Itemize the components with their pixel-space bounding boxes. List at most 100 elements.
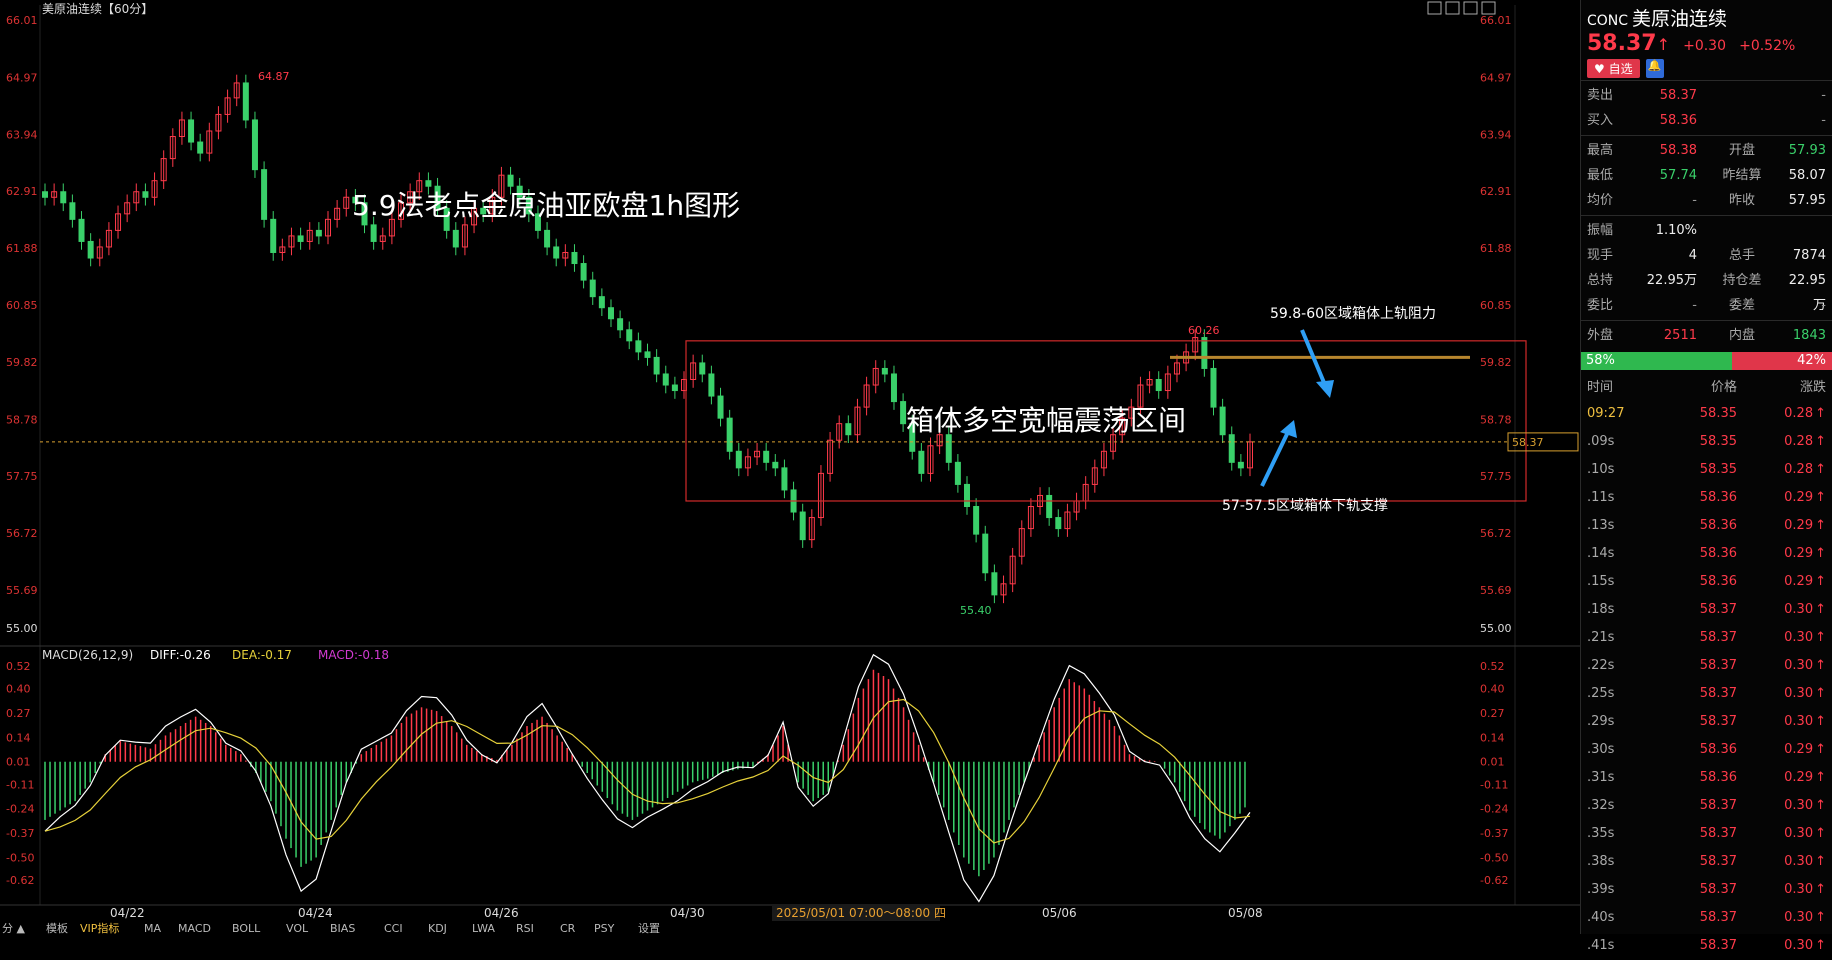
local-high-marker: 60.26: [1188, 324, 1220, 337]
ratio-red: 42%: [1731, 352, 1832, 370]
tick-list[interactable]: 09:27 58.35 0.28 ↑ .09s 58.35 0.28 ↑ .10s 58.35 0.…: [1581, 400, 1832, 960]
up-arrow-icon: ↑: [1656, 35, 1670, 54]
up-arrow-icon: ↑: [1815, 434, 1826, 449]
candle-body: [900, 401, 907, 425]
high-marker: 64.87: [258, 70, 290, 83]
tab-12[interactable]: CR: [560, 922, 576, 934]
tab-5[interactable]: BOLL: [232, 922, 261, 934]
alert-bell-button[interactable]: 🔔: [1645, 59, 1664, 78]
candle-body: [890, 373, 897, 403]
tab-6[interactable]: VOL: [286, 922, 309, 934]
crosshair-date: 2025/05/01 07:00～08:00 四: [776, 906, 946, 920]
candle-body: [964, 483, 971, 508]
tab-7[interactable]: BIAS: [330, 922, 355, 934]
price-label-right: 63.94: [1480, 128, 1512, 141]
tab-13[interactable]: PSY: [594, 922, 615, 934]
candle-body: [881, 367, 888, 375]
tick-row: .41s 58.37 0.30 ↑: [1587, 938, 1826, 953]
candle-body: [297, 235, 304, 242]
candle-body: [653, 356, 660, 375]
candle-body: [544, 229, 551, 248]
tab-2[interactable]: VIP指标: [80, 921, 119, 934]
tick-row: .15s 58.36 0.29 ↑: [1587, 574, 1826, 589]
tick-row: .35s 58.37 0.30 ↑: [1587, 826, 1826, 841]
chart-title[interactable]: 美原油连续【60分】: [42, 1, 153, 16]
tick-row: .29s 58.37 0.30 ↑: [1587, 714, 1826, 729]
tick-row: .38s 58.37 0.30 ↑: [1587, 854, 1826, 869]
quote-row: 委比 - 委差 -: [1587, 298, 1826, 313]
candle-body: [644, 351, 651, 358]
date-label: 05/08: [1228, 906, 1263, 920]
bell-icon: 🔔: [1647, 59, 1662, 72]
candle-body: [188, 119, 195, 143]
quote-row: 均价 - 昨收 57.95: [1587, 193, 1826, 208]
tab-10[interactable]: LWA: [472, 922, 495, 934]
candle-body: [261, 169, 268, 220]
candle-body: [726, 417, 733, 452]
tick-row: .18s 58.37 0.30 ↑: [1587, 602, 1826, 617]
tick-row: .32s 58.37 0.30 ↑: [1587, 798, 1826, 813]
favorite-button[interactable]: ♥ 自选: [1587, 59, 1640, 78]
up-arrow-icon: ↑: [1815, 602, 1826, 617]
candle-body: [945, 434, 952, 463]
symbol-code: CONC: [1587, 13, 1629, 29]
tab-11[interactable]: RSI: [516, 922, 534, 934]
price-label-left: 57.75: [6, 470, 38, 483]
tab-8[interactable]: CCI: [384, 922, 403, 934]
tab-0[interactable]: 分 ▲: [2, 922, 25, 934]
candle-body: [982, 533, 989, 574]
tick-row: .14s 58.36 0.29 ↑: [1587, 546, 1826, 561]
candle-body: [598, 296, 605, 309]
price-change-pct: +0.52%: [1739, 38, 1796, 54]
macd-label-left: -0.37: [6, 827, 34, 840]
candle-body: [617, 318, 624, 331]
candle-body: [69, 202, 76, 220]
candle-body: [553, 246, 560, 259]
candle-body: [671, 384, 678, 392]
current-price-text: 58.37: [1512, 436, 1544, 449]
date-label: 04/22: [110, 906, 145, 920]
tick-row: .40s 58.37 0.30 ↑: [1587, 910, 1826, 925]
price-label-left: 58.78: [6, 413, 38, 426]
candle-body: [954, 461, 961, 485]
indicator-tabs[interactable]: 分 ▲ 模板 VIP指标 MA MACD BOLL VOL BIAS CCI KDJ LWA RSI C…: [2, 921, 660, 934]
kline-chart[interactable]: 美原油连续【60分】 66.01 66.01 64.97 64.97 63.94 63.9…: [0, 0, 1580, 934]
ratio-green: 58%: [1581, 352, 1732, 370]
tick-row: .39s 58.37 0.30 ↑: [1587, 882, 1826, 897]
candle-body: [662, 373, 669, 386]
box-annotation-label: 箱体多空宽幅震荡区间: [906, 404, 1186, 437]
tab-3[interactable]: MA: [144, 922, 161, 934]
symbol-name: 美原油连续: [1632, 8, 1728, 30]
up-arrow-icon: ↑: [1815, 406, 1826, 421]
candle-body: [1210, 367, 1217, 408]
tab-1[interactable]: 模板: [46, 921, 68, 934]
up-arrow-icon: ↑: [1815, 714, 1826, 729]
tab-9[interactable]: KDJ: [428, 922, 447, 934]
candle-body: [1055, 517, 1062, 530]
candle-body: [799, 511, 806, 541]
macd-label-right: 0.01: [1480, 756, 1505, 769]
price-label-left: 64.97: [6, 71, 38, 84]
candle-body: [142, 191, 149, 198]
price-change: +0.30: [1683, 38, 1726, 54]
price-label-right: 66.01: [1480, 14, 1512, 27]
candle-body: [87, 240, 94, 259]
candle-body: [78, 218, 85, 242]
price-label-right: 60.85: [1480, 299, 1512, 312]
last-price: 58.37: [1587, 31, 1657, 56]
up-arrow-icon: ↑: [1815, 770, 1826, 785]
candle-body: [251, 119, 258, 171]
tab-4[interactable]: MACD: [178, 922, 211, 934]
quote-row: 买入 58.36-: [1587, 113, 1826, 128]
candle-body: [370, 224, 377, 242]
candle-body: [315, 229, 322, 237]
up-arrow-icon: ↑: [1815, 882, 1826, 897]
macd-label-right: -0.62: [1480, 874, 1508, 887]
price-label-left: 62.91: [6, 185, 38, 198]
support-annotation: 57-57.5区域箱体下轨支撑: [1222, 498, 1388, 514]
tab-14[interactable]: 设置: [638, 922, 660, 934]
candle-body: [845, 423, 852, 436]
candle-body: [580, 263, 587, 281]
price-label-left: 55.69: [6, 584, 38, 597]
candle-body: [1046, 494, 1053, 519]
